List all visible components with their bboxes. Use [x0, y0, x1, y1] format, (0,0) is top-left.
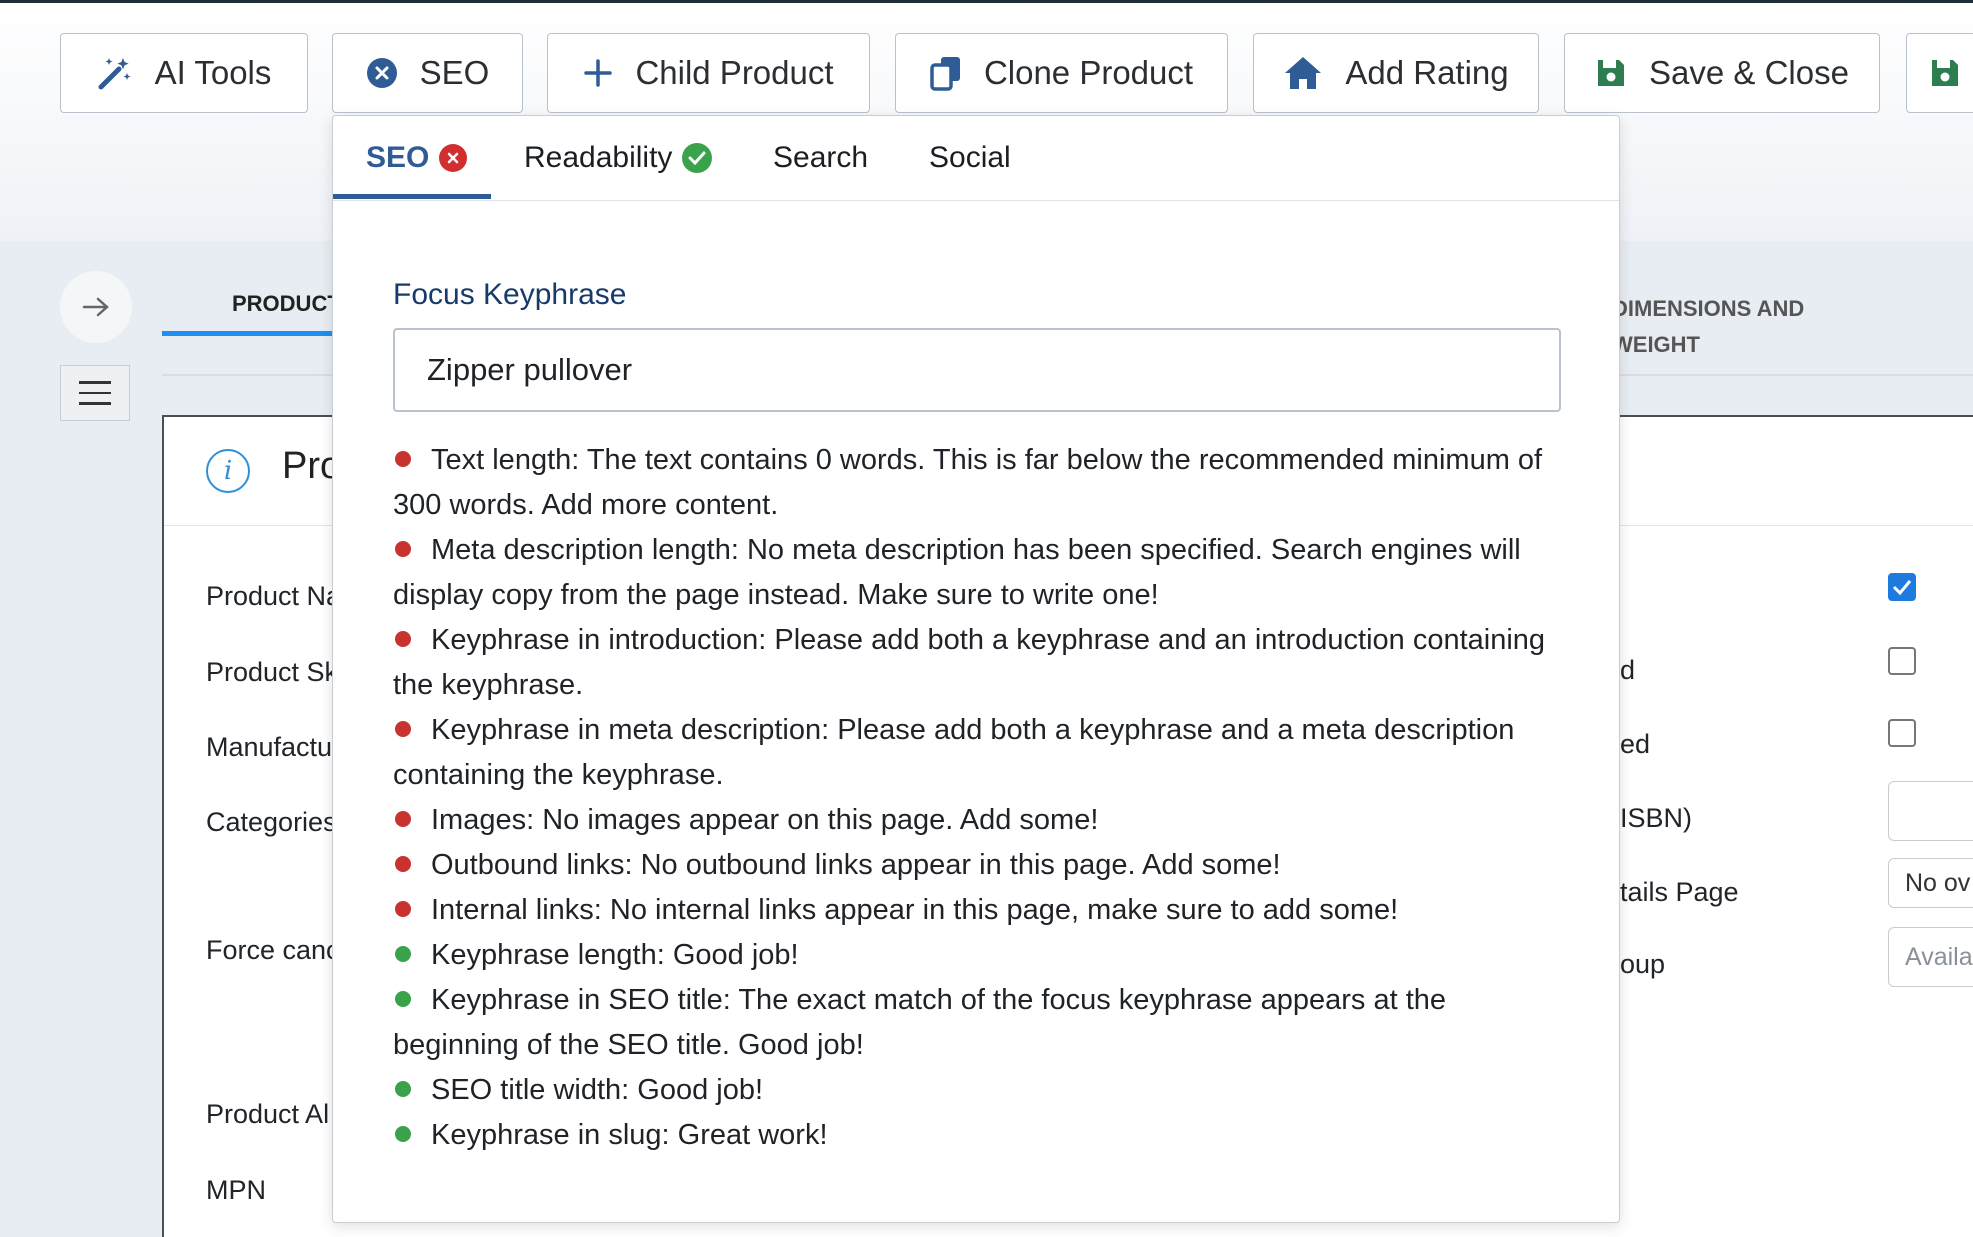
tab-dims-line1: DIMENSIONS AND — [1612, 296, 1805, 321]
child-product-button[interactable]: Child Product — [547, 33, 870, 113]
seo-result-text: Text length: The text contains 0 words. … — [393, 444, 1543, 521]
green-bullet-icon — [395, 1126, 411, 1142]
seo-result-text: Meta description length: No meta descrip… — [393, 534, 1521, 611]
group-label: oup — [1620, 949, 1666, 979]
seo-result-text: Images: No images appear on this page. A… — [431, 804, 1099, 836]
arrow-right-icon[interactable] — [60, 271, 132, 343]
seo-result-text: Keyphrase in meta description: Please ad… — [393, 714, 1515, 791]
red-bullet-icon — [395, 541, 411, 557]
ai-tools-label: AI Tools — [154, 54, 272, 91]
tab-search-label: Search — [773, 141, 869, 174]
seo-button[interactable]: SEO — [332, 33, 523, 113]
add-rating-button[interactable]: Add Rating — [1253, 33, 1539, 113]
details-page-select[interactable]: No ov — [1888, 858, 1973, 908]
seo-result-text: Keyphrase in slug: Great work! — [431, 1119, 828, 1151]
red-bullet-icon — [395, 631, 411, 647]
tab-seo-label: SEO — [366, 141, 430, 174]
seo-result: Keyphrase in slug: Great work! — [393, 1113, 1563, 1158]
tab-dimensions-weight[interactable]: DIMENSIONS AND WEIGHT — [1612, 291, 1912, 363]
red-bullet-icon — [395, 856, 411, 872]
seo-result: Keyphrase in SEO title: The exact match … — [393, 978, 1563, 1068]
tab-search[interactable]: Search — [773, 116, 868, 200]
product-name-label: Product Na — [206, 581, 342, 611]
info-icon: i — [206, 449, 250, 493]
add-rating-label: Add Rating — [1345, 54, 1509, 91]
force-canonical-label: Force canc — [206, 935, 340, 965]
product-sku-label: Product Sk — [206, 657, 339, 687]
isbn-label: ISBN) — [1620, 803, 1693, 833]
x-circle-icon — [366, 57, 398, 89]
seo-result-text: Outbound links: No outbound links appear… — [431, 849, 1281, 881]
save-icon — [1929, 57, 1961, 89]
green-bullet-icon — [395, 946, 411, 962]
child-product-label: Child Product — [635, 54, 834, 91]
seo-result: Keyphrase length: Good job! — [393, 933, 1563, 978]
seo-result-text: Internal links: No internal links appear… — [431, 894, 1399, 926]
checkbox-checked[interactable] — [1888, 573, 1916, 601]
seo-tab-underline — [333, 194, 491, 199]
magic-wand-icon — [97, 55, 133, 91]
seo-result: Internal links: No internal links appear… — [393, 888, 1563, 933]
tab-dims-line2: WEIGHT — [1612, 332, 1700, 357]
tab-social-label: Social — [929, 141, 1011, 174]
seo-result: Keyphrase in introduction: Please add bo… — [393, 618, 1563, 708]
seo-popup: SEO Readability Search Social Focus Keyp… — [332, 115, 1620, 1223]
seo-result: Images: No images appear on this page. A… — [393, 798, 1563, 843]
group-input[interactable]: Availa — [1888, 927, 1973, 987]
right-label-2: ed — [1620, 729, 1651, 759]
checkbox-1[interactable] — [1888, 647, 1916, 675]
green-bullet-icon — [395, 991, 411, 1007]
product-alias-label: Product Al — [206, 1099, 330, 1129]
red-bullet-icon — [395, 901, 411, 917]
tab-social[interactable]: Social — [929, 116, 1011, 200]
ai-tools-button[interactable]: AI Tools — [60, 33, 308, 113]
seo-result-text: Keyphrase length: Good job! — [431, 939, 799, 971]
red-bullet-icon — [395, 721, 411, 737]
seo-result: Outbound links: No outbound links appear… — [393, 843, 1563, 888]
seo-result-text: SEO title width: Good job! — [431, 1074, 764, 1106]
checkbox-2[interactable] — [1888, 719, 1916, 747]
clone-product-label: Clone Product — [983, 54, 1194, 91]
tab-seo[interactable]: SEO — [366, 116, 468, 200]
red-bullet-icon — [395, 811, 411, 827]
seo-result: Keyphrase in meta description: Please ad… — [393, 708, 1563, 798]
seo-results-list: Text length: The text contains 0 words. … — [393, 438, 1563, 1158]
seo-result-text: Keyphrase in introduction: Please add bo… — [393, 624, 1546, 701]
seo-result: Text length: The text contains 0 words. … — [393, 438, 1563, 528]
red-bullet-icon — [395, 451, 411, 467]
mpn-label: MPN — [206, 1175, 266, 1205]
tab-readability[interactable]: Readability — [524, 116, 713, 200]
check-circle-icon — [682, 143, 713, 173]
plus-icon — [583, 58, 613, 88]
seo-result-text: Keyphrase in SEO title: The exact match … — [393, 984, 1447, 1061]
manufacturer-label: Manufactu — [206, 732, 333, 762]
isbn-input[interactable] — [1888, 781, 1973, 841]
details-page-select-value: No ov — [1905, 868, 1971, 897]
tab-readability-label: Readability — [524, 141, 673, 174]
group-input-placeholder: Availa — [1905, 942, 1973, 971]
focus-keyphrase-value: Zipper pullover — [427, 352, 633, 387]
right-label-1: d — [1620, 655, 1636, 685]
clone-product-button[interactable]: Clone Product — [895, 33, 1228, 113]
copy-icon — [930, 55, 962, 91]
save-button-partial[interactable] — [1906, 33, 1973, 113]
menu-icon[interactable] — [60, 365, 130, 421]
categories-label: Categories — [206, 807, 337, 837]
seo-result: Meta description length: No meta descrip… — [393, 528, 1563, 618]
seo-result: SEO title width: Good job! — [393, 1068, 1563, 1113]
seo-popup-tabs: SEO Readability Search Social — [333, 116, 1619, 201]
home-icon — [1283, 55, 1323, 91]
save-close-label: Save & Close — [1649, 54, 1849, 91]
seo-label: SEO — [419, 54, 490, 91]
details-page-label: tails Page — [1620, 877, 1739, 907]
save-icon — [1595, 57, 1627, 89]
focus-keyphrase-input[interactable]: Zipper pullover — [393, 328, 1561, 412]
error-icon — [439, 144, 468, 172]
focus-keyphrase-label: Focus Keyphrase — [393, 278, 627, 311]
green-bullet-icon — [395, 1081, 411, 1097]
save-close-button[interactable]: Save & Close — [1564, 33, 1880, 113]
